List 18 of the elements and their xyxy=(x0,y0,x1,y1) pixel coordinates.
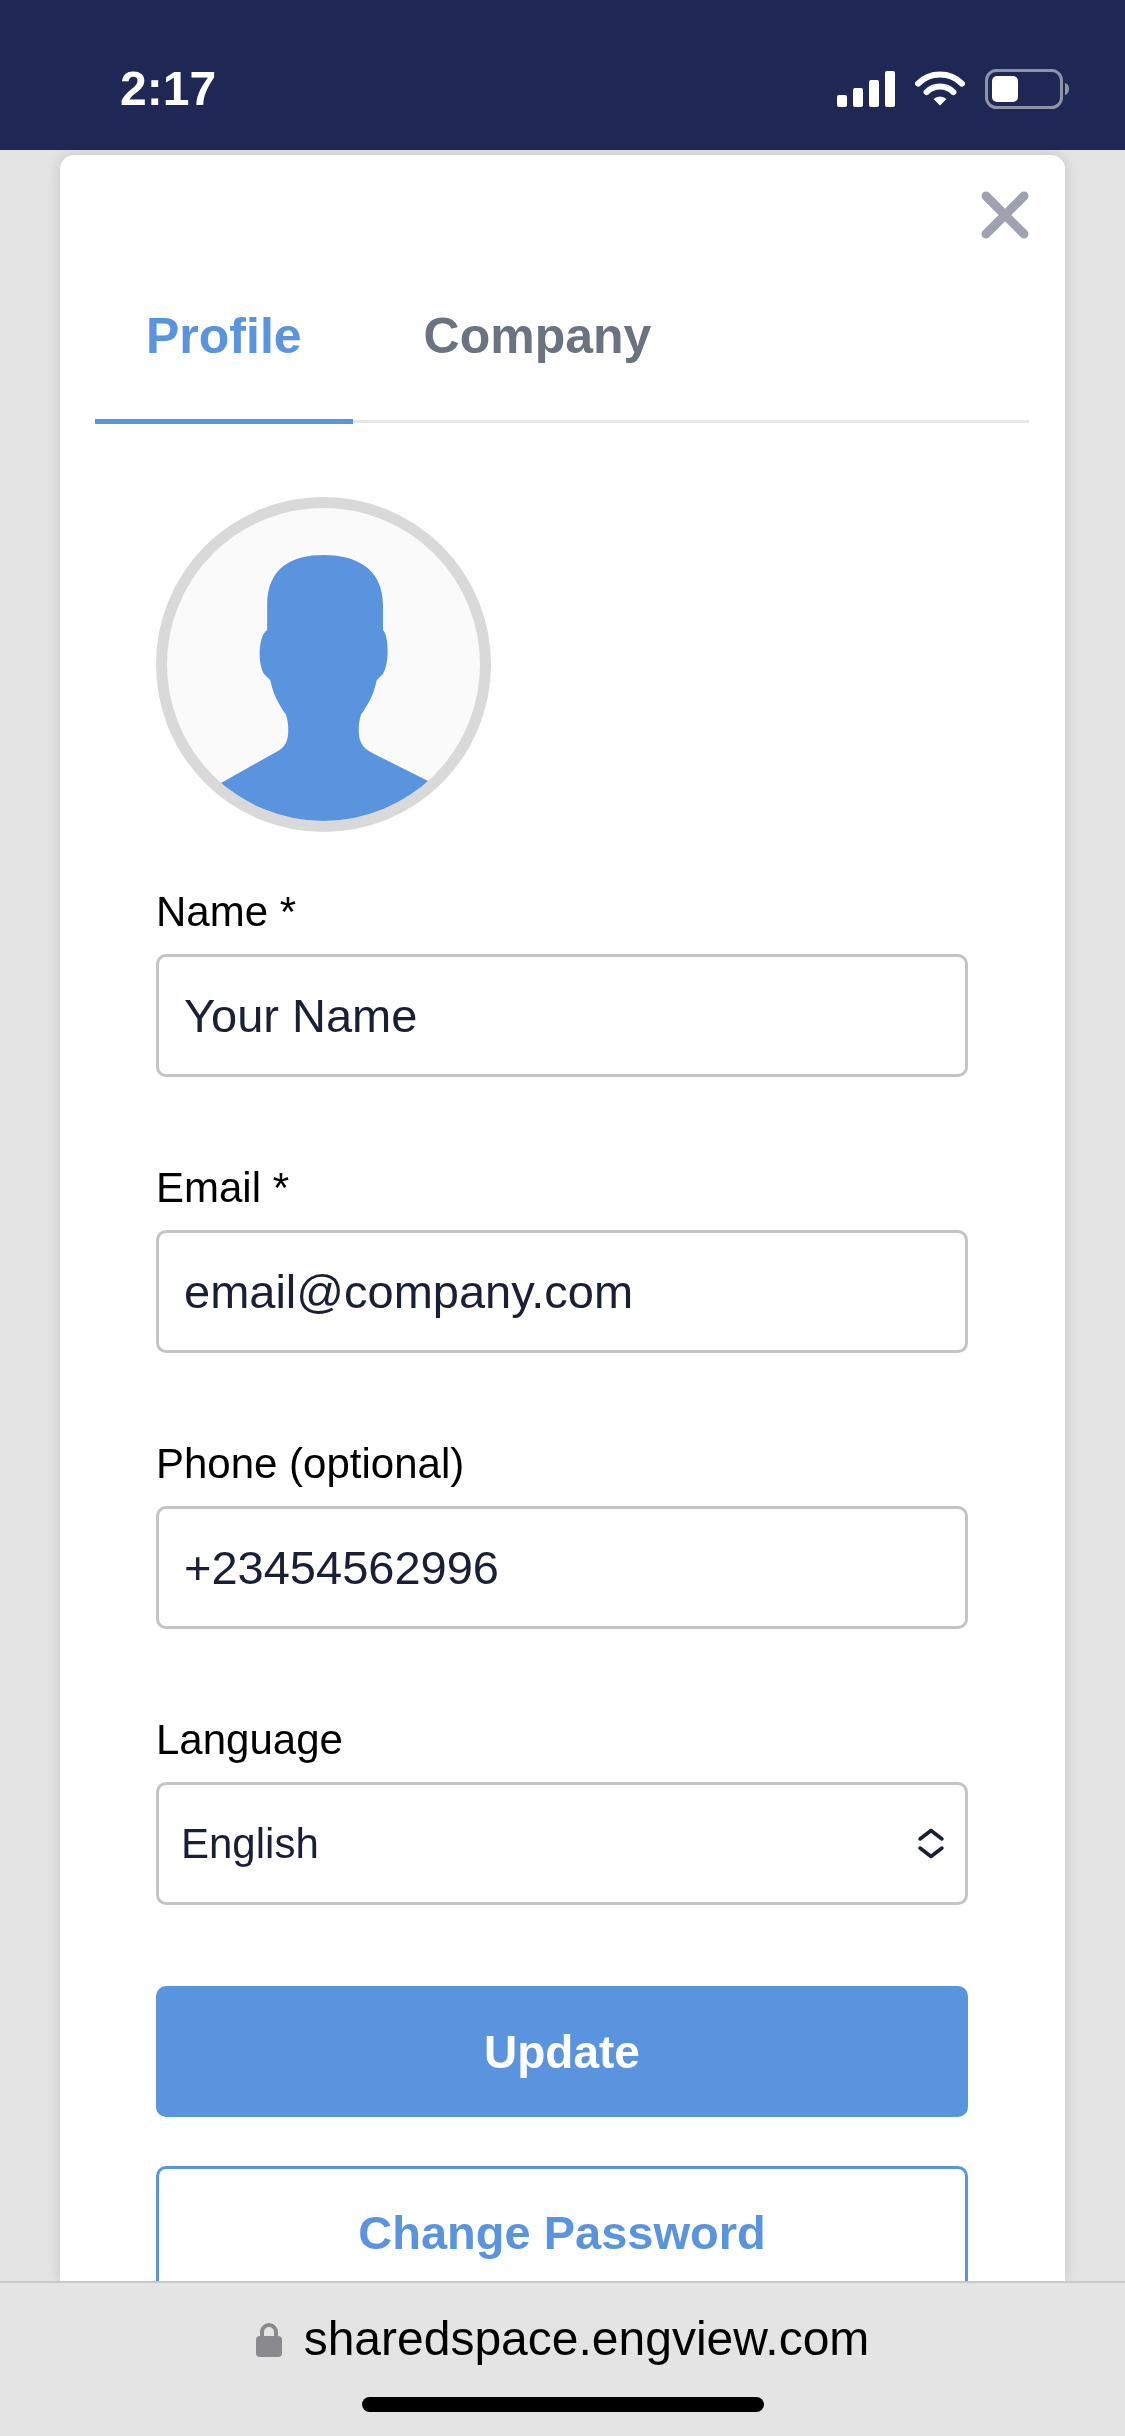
field-label: Email * xyxy=(156,1164,291,1212)
wifi-icon xyxy=(915,71,965,107)
url-text[interactable]: sharedspace.engview.com xyxy=(303,2311,870,2367)
battery-icon xyxy=(985,69,1069,109)
select-field[interactable]: English xyxy=(156,1782,968,1905)
field-label: Language xyxy=(156,1716,344,1764)
chevrons-up-down-icon xyxy=(917,1828,945,1859)
close-icon xyxy=(981,191,1029,239)
signal-icon xyxy=(837,71,895,107)
close-button[interactable] xyxy=(981,191,1029,239)
input-field[interactable]: email@company.com xyxy=(156,1230,968,1353)
tab[interactable]: Company xyxy=(372,277,703,424)
input-field[interactable]: +23454562996 xyxy=(156,1506,968,1629)
status-time: 2:17 xyxy=(120,61,217,117)
field-label: Name * xyxy=(156,888,298,936)
input-field[interactable]: Your Name xyxy=(156,954,968,1077)
field-label: Phone (optional) xyxy=(156,1440,466,1488)
lock-icon xyxy=(255,2321,282,2357)
